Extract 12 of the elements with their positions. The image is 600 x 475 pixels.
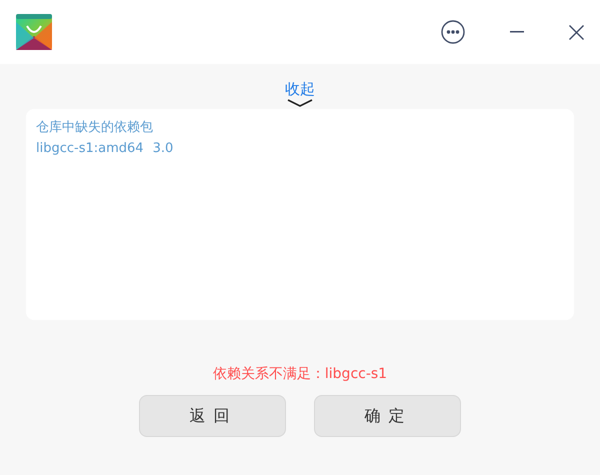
error-message: 依赖关系不满足：libgcc-s1 bbox=[212, 365, 388, 384]
confirm-button[interactable]: 确定 bbox=[314, 395, 461, 437]
panel-heading: 仓库中缺失的依赖包 bbox=[36, 119, 154, 137]
package-version: 3.0 bbox=[152, 140, 174, 158]
back-button[interactable]: 返回 bbox=[139, 395, 286, 437]
more-options-icon[interactable] bbox=[441, 20, 465, 44]
collapse-link[interactable]: 收起 bbox=[285, 79, 315, 99]
close-icon[interactable] bbox=[569, 24, 584, 40]
minimize-icon[interactable] bbox=[510, 31, 524, 33]
shopping-bag-icon bbox=[16, 14, 52, 50]
package-name: libgcc-s1:amd64 bbox=[36, 140, 144, 158]
chevron-down-icon[interactable] bbox=[287, 99, 313, 107]
